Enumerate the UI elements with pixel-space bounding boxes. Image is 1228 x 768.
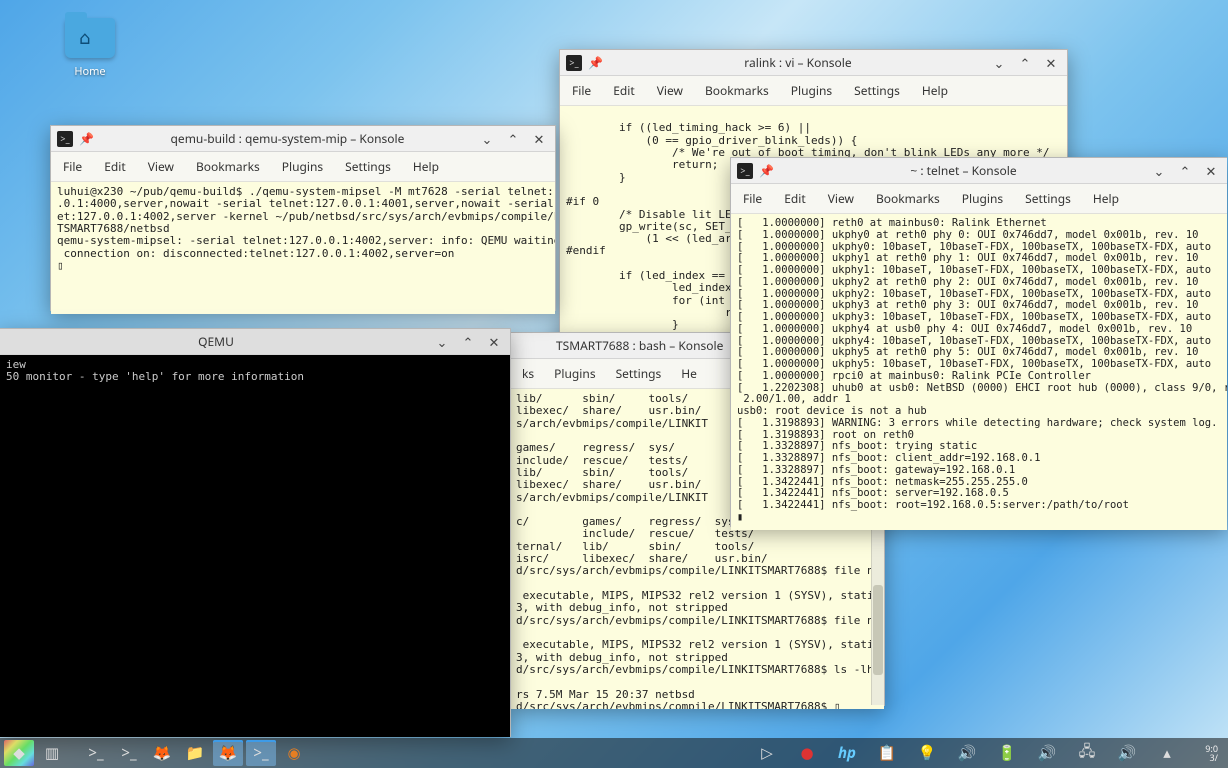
taskbar-qemu[interactable]: ◉ (279, 740, 309, 766)
menu-plugins[interactable]: Plugins (962, 190, 1003, 207)
menubar: File Edit View Bookmarks Plugins Setting… (560, 76, 1067, 106)
menu-view[interactable]: View (657, 82, 683, 99)
taskbar-firefox-active[interactable]: 🦊 (213, 740, 243, 766)
tray-media-icon[interactable]: ▷ (752, 740, 782, 766)
maximize-button[interactable]: ⌃ (1175, 161, 1195, 181)
tray-network-icon[interactable]: 🖧 (1072, 740, 1102, 766)
titlebar[interactable]: >_ 📌 ~ : telnet – Konsole ⌄ ⌃ ✕ (731, 158, 1227, 184)
taskbar: ◆ ▥ >_ >_ 🦊 📁 🦊 >_ ◉ ▷ ● hp 📋 💡 🔊 🔋 🔊 🖧 … (0, 738, 1228, 768)
menu-settings[interactable]: Settings (616, 365, 662, 382)
menu-settings[interactable]: Settings (345, 158, 391, 175)
minimize-button[interactable]: ⌄ (432, 332, 452, 352)
tray-bulb-icon[interactable]: 💡 (912, 740, 942, 766)
window-qemu-build[interactable]: >_ 📌 qemu-build : qemu-system-mip – Kons… (50, 125, 556, 311)
maximize-button[interactable]: ⌃ (503, 129, 523, 149)
menubar: File Edit View Bookmarks Plugins Setting… (731, 184, 1227, 214)
menu-file[interactable]: File (572, 82, 591, 99)
terminal-output[interactable]: [ 1.0000000] reth0 at mainbus0: Ralink E… (731, 214, 1227, 530)
desktop-home-label: Home (55, 64, 125, 79)
menu-help[interactable]: Help (922, 82, 948, 99)
tray-volume-icon-1[interactable]: 🔊 (952, 740, 982, 766)
menu-edit[interactable]: Edit (784, 190, 805, 207)
menu-view[interactable]: View (148, 158, 174, 175)
terminal-icon: >_ (566, 55, 582, 71)
menu-help[interactable]: Help (1093, 190, 1119, 207)
tray-clipboard-icon[interactable]: 📋 (872, 740, 902, 766)
titlebar[interactable]: QEMU ⌄ ⌃ ✕ (0, 329, 510, 355)
close-button[interactable]: ✕ (1201, 161, 1221, 181)
system-tray: ▷ ● hp 📋 💡 🔊 🔋 🔊 🖧 🔊 ▴ 9:0 3/ (752, 740, 1224, 766)
menu-plugins[interactable]: Plugins (282, 158, 323, 175)
menu-plugins[interactable]: Plugins (791, 82, 832, 99)
tray-record-icon[interactable]: ● (792, 740, 822, 766)
menu-frag-he[interactable]: He (681, 365, 697, 382)
titlebar[interactable]: >_ 📌 ralink : vi – Konsole ⌄ ⌃ ✕ (560, 50, 1067, 76)
taskbar-files[interactable]: 📁 (180, 740, 210, 766)
minimize-button[interactable]: ⌄ (477, 129, 497, 149)
window-telnet[interactable]: >_ 📌 ~ : telnet – Konsole ⌄ ⌃ ✕ File Edi… (730, 157, 1227, 527)
menu-bookmarks[interactable]: Bookmarks (705, 82, 769, 99)
pin-icon[interactable]: 📌 (79, 130, 94, 147)
desktop-home-icon[interactable]: ⌂ Home (55, 18, 125, 79)
menubar: File Edit View Bookmarks Plugins Setting… (51, 152, 555, 182)
taskbar-terminal-2[interactable]: >_ (114, 740, 144, 766)
titlebar[interactable]: >_ 📌 qemu-build : qemu-system-mip – Kons… (51, 126, 555, 152)
menu-file[interactable]: File (743, 190, 762, 207)
tray-clock[interactable]: 9:0 3/ (1192, 744, 1218, 762)
terminal-output[interactable]: luhui@x230 ~/pub/qemu-build$ ./qemu-syst… (51, 182, 555, 314)
tray-chevron-up-icon[interactable]: ▴ (1152, 740, 1182, 766)
taskbar-firefox[interactable]: 🦊 (147, 740, 177, 766)
maximize-button[interactable]: ⌃ (1015, 53, 1035, 73)
scrollbar-thumb[interactable] (873, 585, 883, 675)
window-title: QEMU (6, 333, 426, 350)
tray-volume-icon-2[interactable]: 🔊 (1032, 740, 1062, 766)
menu-edit[interactable]: Edit (104, 158, 125, 175)
taskbar-terminal-1[interactable]: >_ (81, 740, 111, 766)
close-button[interactable]: ✕ (484, 332, 504, 352)
minimize-button[interactable]: ⌄ (989, 53, 1009, 73)
window-title: ~ : telnet – Konsole (784, 162, 1143, 179)
terminal-output[interactable]: iew 50 monitor - type 'help' for more in… (0, 355, 510, 737)
menu-file[interactable]: File (63, 158, 82, 175)
window-qemu-monitor[interactable]: QEMU ⌄ ⌃ ✕ iew 50 monitor - type 'help' … (0, 328, 511, 737)
menu-frag-ks[interactable]: ks (522, 365, 534, 382)
taskbar-app-launcher[interactable]: ◆ (4, 740, 34, 766)
tray-volume-icon-3[interactable]: 🔊 (1112, 740, 1142, 766)
minimize-button[interactable]: ⌄ (1149, 161, 1169, 181)
menu-settings[interactable]: Settings (1025, 190, 1071, 207)
taskbar-pager[interactable]: ▥ (37, 740, 67, 766)
close-button[interactable]: ✕ (1041, 53, 1061, 73)
tray-battery-icon[interactable]: 🔋 (992, 740, 1022, 766)
menu-help[interactable]: Help (413, 158, 439, 175)
close-button[interactable]: ✕ (529, 129, 549, 149)
tray-hp-icon[interactable]: hp (832, 740, 862, 766)
maximize-button[interactable]: ⌃ (458, 332, 478, 352)
pin-icon[interactable]: 📌 (759, 162, 774, 179)
terminal-icon: >_ (57, 131, 73, 147)
menu-edit[interactable]: Edit (613, 82, 634, 99)
menu-bookmarks[interactable]: Bookmarks (196, 158, 260, 175)
window-title: qemu-build : qemu-system-mip – Konsole (104, 130, 471, 147)
menu-bookmarks[interactable]: Bookmarks (876, 190, 940, 207)
folder-icon: ⌂ (65, 18, 115, 58)
window-title: ralink : vi – Konsole (613, 54, 983, 71)
terminal-icon: >_ (737, 163, 753, 179)
pin-icon[interactable]: 📌 (588, 54, 603, 71)
taskbar-terminal-active[interactable]: >_ (246, 740, 276, 766)
menu-plugins[interactable]: Plugins (554, 365, 595, 382)
menu-view[interactable]: View (828, 190, 854, 207)
menu-settings[interactable]: Settings (854, 82, 900, 99)
